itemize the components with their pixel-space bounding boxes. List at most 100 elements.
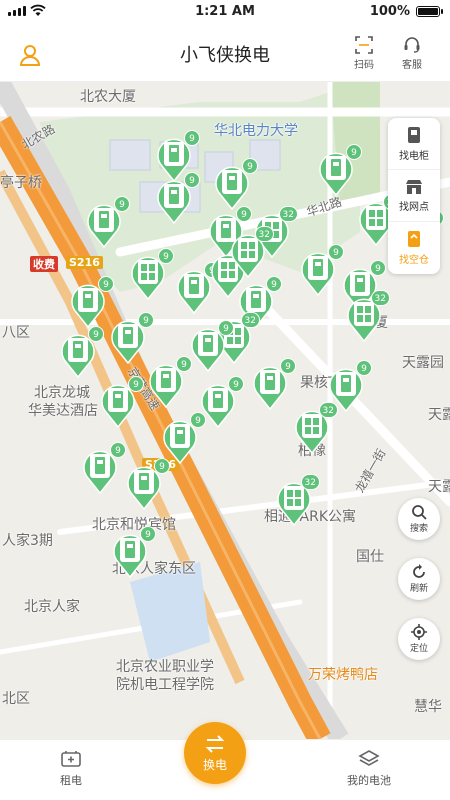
service-button[interactable]: 客服 [392, 36, 432, 71]
route-badge: S216 [66, 256, 103, 269]
pin-count-badge: 9 [176, 356, 192, 372]
find-outlet-button[interactable]: 找网点 [388, 170, 440, 222]
refresh-button[interactable]: 刷新 [398, 558, 440, 600]
station-pin[interactable]: 9 [70, 276, 114, 329]
toll-badge: 收费 [30, 256, 58, 272]
pin-count-badge: 9 [158, 248, 174, 264]
map-label: 华北电力大学 [214, 123, 298, 139]
pin-count-badge: 9 [346, 144, 362, 160]
find-empty-slot-button[interactable]: 找空仓 [388, 222, 440, 274]
layers-icon [358, 750, 380, 766]
battery-icon [416, 6, 443, 17]
map-filter-panel: 找电柜 找网点 找空仓 [388, 118, 440, 274]
station-pin[interactable]: 9 [110, 312, 154, 365]
pin-count-badge: 9 [140, 526, 156, 542]
map-label: 北京龙城 [34, 385, 90, 401]
tab-battery-label: 我的电池 [347, 774, 391, 787]
pin-count-badge: 9 [154, 458, 170, 474]
pin-count-badge: 32 [318, 402, 338, 418]
station-pin[interactable]: 9 [214, 158, 258, 211]
tab-swap-label: 换电 [202, 758, 227, 772]
station-pin[interactable]: 9 [112, 526, 156, 579]
bottom-tab-bar: 租电 换电 我的电池 [0, 722, 450, 800]
status-bar: 1:21 AM 100% [0, 0, 450, 24]
station-pin[interactable]: 32 [230, 226, 274, 279]
search-label: 搜索 [409, 524, 428, 534]
pin-count-badge: 9 [98, 276, 114, 292]
headset-icon [404, 37, 420, 53]
swap-icon [205, 735, 225, 753]
pin-count-badge: 32 [370, 290, 390, 306]
pin-count-badge: 9 [114, 196, 130, 212]
pin-count-badge: 32 [300, 474, 320, 490]
tab-rent[interactable]: 租电 [26, 750, 116, 788]
station-pin[interactable]: 32 [294, 402, 338, 455]
map-label: 天露园 [402, 355, 444, 371]
map-view[interactable]: 北农大厦 北农路 华北电力大学 亭子桥 华北路 八区 北京龙城 华美达酒店 北京… [0, 82, 450, 739]
pin-count-badge: 9 [110, 442, 126, 458]
refresh-label: 刷新 [409, 584, 428, 594]
station-pin[interactable]: 9 [176, 262, 220, 315]
station-pin[interactable]: 9 [156, 130, 200, 183]
scan-button[interactable]: 扫码 [344, 36, 384, 71]
map-label: 国仕 [356, 549, 384, 565]
map-label: 院机电工程学院 [116, 677, 214, 693]
station-pin[interactable]: 9 [252, 358, 296, 411]
tab-rent-label: 租电 [60, 774, 82, 787]
find-cabinet-button[interactable]: 找电柜 [388, 118, 440, 170]
map-label: 天露 [428, 479, 450, 495]
station-pin[interactable]: 32 [346, 290, 390, 343]
station-pin[interactable]: 9 [100, 376, 144, 429]
pin-count-badge: 32 [240, 312, 260, 328]
find-outlet-label: 找网点 [399, 201, 429, 213]
pin-count-badge: 9 [266, 276, 282, 292]
map-label: 慧华 [414, 699, 442, 715]
map-label: 八区 [2, 325, 30, 341]
locate-button[interactable]: 定位 [398, 618, 440, 660]
tab-my-battery[interactable]: 我的电池 [324, 750, 414, 788]
pin-count-badge: 9 [138, 312, 154, 328]
pin-count-badge: 32 [254, 226, 274, 242]
search-button[interactable]: 搜索 [398, 498, 440, 540]
nav-header: 小飞侠换电 扫码 客服 [0, 24, 450, 82]
locate-label: 定位 [409, 644, 428, 654]
station-pin[interactable]: 9 [86, 196, 130, 249]
map-label: 北京农业职业学 [116, 659, 214, 675]
station-pin[interactable]: 32 [276, 474, 320, 527]
station-pin[interactable]: 9 [130, 248, 174, 301]
locate-icon [411, 624, 427, 640]
station-pin[interactable]: 9 [60, 326, 104, 379]
station-pin[interactable]: 9 [148, 356, 192, 409]
empty-slot-icon [408, 231, 420, 247]
pin-count-badge: 9 [128, 376, 144, 392]
search-icon [412, 505, 427, 520]
pin-count-badge: 9 [184, 130, 200, 146]
battery-percent: 100% [369, 4, 410, 19]
pin-count-badge: 9 [88, 326, 104, 342]
pin-count-badge: 32 [278, 206, 298, 222]
pin-count-badge: 9 [218, 320, 234, 336]
cabinet-icon [408, 126, 420, 143]
station-pin[interactable]: 9 [126, 458, 170, 511]
scan-icon [355, 36, 373, 54]
station-pin[interactable]: 9 [82, 442, 126, 495]
map-label: 万荣烤鸭店 [308, 667, 378, 683]
find-empty-label: 找空仓 [399, 255, 429, 266]
map-label: 人家3期 [2, 533, 53, 549]
station-pin[interactable]: 9 [300, 244, 344, 297]
find-cabinet-label: 找电柜 [399, 150, 429, 162]
station-pin[interactable]: 9 [156, 172, 200, 225]
station-pin[interactable]: 9 [318, 144, 362, 197]
service-label: 客服 [402, 60, 422, 71]
station-pin[interactable]: 9 [162, 412, 206, 465]
pin-count-badge: 9 [228, 376, 244, 392]
map-label: 华美达酒店 [28, 403, 98, 419]
pin-count-badge: 9 [356, 360, 372, 376]
battery-add-icon [61, 751, 81, 767]
tab-swap[interactable]: 换电 [184, 722, 246, 784]
station-pin[interactable]: 9 [190, 320, 234, 373]
scan-label: 扫码 [354, 60, 374, 71]
refresh-icon [413, 564, 425, 578]
pin-count-badge: 9 [280, 358, 296, 374]
map-label: 亭子桥 [0, 175, 42, 191]
